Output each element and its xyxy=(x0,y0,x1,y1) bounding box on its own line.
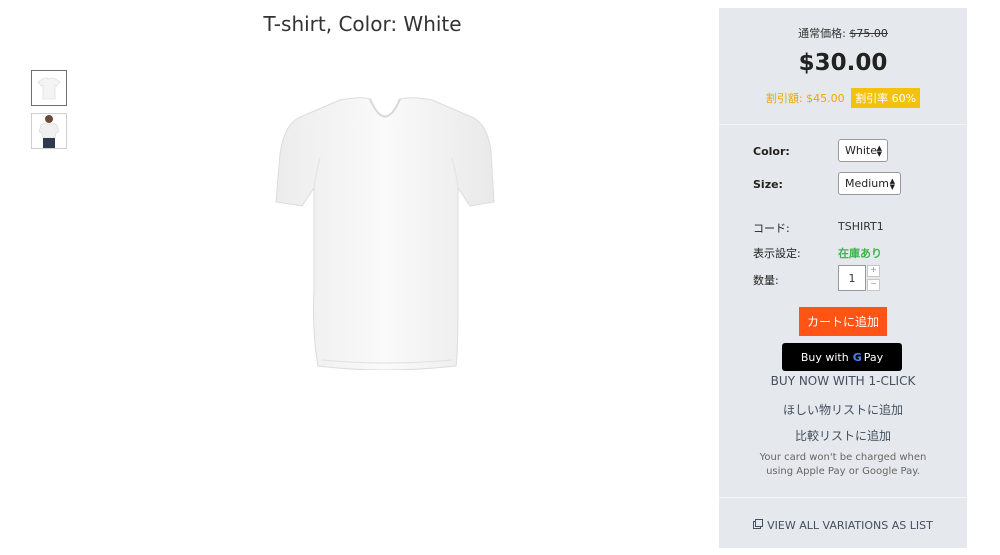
divider xyxy=(719,124,967,125)
tshirt-thumbnail-image xyxy=(37,77,61,100)
size-label: Size: xyxy=(753,178,783,191)
discount-amount: 割引額: $45.00 xyxy=(765,92,845,105)
color-label: Color: xyxy=(753,145,790,158)
size-select[interactable]: Medium ▲ ▼ xyxy=(838,172,901,195)
buy-now-one-click-link[interactable]: BUY NOW WITH 1-CLICK xyxy=(719,374,967,388)
copy-icon xyxy=(753,519,764,532)
availability-label: 表示設定: xyxy=(753,247,801,260)
discount-badge: 割引率 60% xyxy=(851,88,921,108)
quantity-label: 数量: xyxy=(753,274,779,287)
color-select-value: White xyxy=(845,144,877,157)
model-thumbnail-image xyxy=(38,115,60,148)
view-all-label: VIEW ALL VARIATIONS AS LIST xyxy=(767,519,933,532)
availability-value: 在庫あり xyxy=(838,247,882,260)
thumbnail-white-tshirt[interactable] xyxy=(31,70,67,106)
gpay-prefix: Buy with xyxy=(800,350,849,364)
regular-price-value: $75.00 xyxy=(849,27,888,40)
payment-note: Your card won't be charged when using Ap… xyxy=(759,452,927,477)
purchase-panel: 通常価格: $75.00 $30.00 割引額: $45.00 割引率 60% … xyxy=(719,8,967,548)
price-section: 通常価格: $75.00 $30.00 割引額: $45.00 割引率 60% xyxy=(719,8,967,124)
quantity-decrease-button[interactable]: − xyxy=(867,279,880,291)
discount-row: 割引額: $45.00 割引率 60% xyxy=(719,88,967,108)
code-label: コード: xyxy=(753,222,790,235)
add-to-cart-button[interactable]: カートに追加 xyxy=(799,307,887,336)
gpay-pay-text: Pay xyxy=(863,350,884,364)
product-image-tshirt xyxy=(275,97,495,370)
view-all-variations-link[interactable]: VIEW ALL VARIATIONS AS LIST xyxy=(719,519,967,532)
divider xyxy=(719,497,967,498)
code-value: TSHIRT1 xyxy=(838,220,884,233)
product-title: T-shirt, Color: White xyxy=(263,12,462,36)
add-to-compare-link[interactable]: 比較リストに追加 xyxy=(719,427,967,444)
google-pay-icon: G xyxy=(852,350,862,364)
add-to-wishlist-link[interactable]: ほしい物リストに追加 xyxy=(719,401,967,418)
sort-arrows-icon: ▲ ▼ xyxy=(889,177,895,191)
regular-price-row: 通常価格: $75.00 xyxy=(719,25,967,41)
sort-arrows-icon: ▲ ▼ xyxy=(876,144,882,158)
quantity-input[interactable]: 1 xyxy=(838,265,866,291)
size-select-value: Medium xyxy=(845,177,889,190)
quantity-increase-button[interactable]: + xyxy=(867,265,880,277)
regular-price-label: 通常価格: xyxy=(798,27,846,40)
current-price: $30.00 xyxy=(798,50,888,76)
thumbnail-model-tshirt[interactable] xyxy=(31,113,67,149)
google-pay-button[interactable]: Buy with G Pay xyxy=(782,343,902,371)
color-select[interactable]: White ▲ ▼ xyxy=(838,139,888,162)
